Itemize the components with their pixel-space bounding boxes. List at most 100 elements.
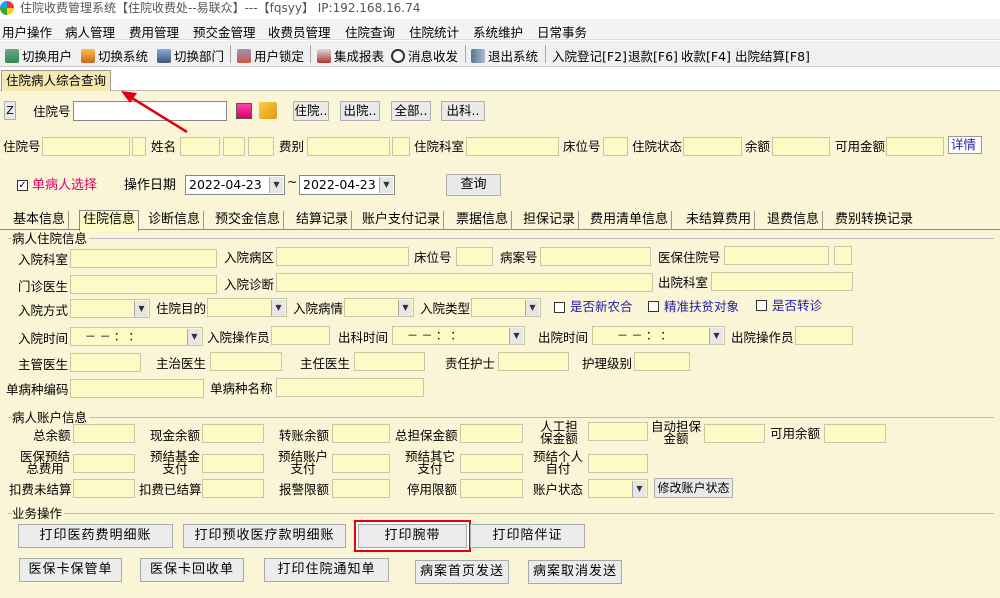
tab-fee-list[interactable]: 费用清单信息 bbox=[587, 211, 673, 230]
alarm-limit-label: 报警限额 bbox=[279, 482, 330, 497]
card-read-icon[interactable] bbox=[236, 103, 252, 119]
tab-hosp-info[interactable]: 住院信息 bbox=[79, 210, 140, 231]
self-pay-field bbox=[588, 454, 648, 473]
switch-user-button[interactable]: 切换用户 bbox=[5, 46, 72, 65]
menu-sys-maint[interactable]: 系统维护 bbox=[473, 22, 523, 41]
account-status-select[interactable]: ▼ bbox=[588, 479, 648, 498]
acct-pay-label: 预结账户支付 bbox=[277, 449, 328, 476]
query-button[interactable]: 查询 bbox=[446, 174, 501, 196]
admission-register-button[interactable]: 入院登记[F2] bbox=[552, 46, 627, 65]
admit-type-label: 入院类型 bbox=[420, 301, 471, 316]
admit-condition-label: 入院病情 bbox=[293, 301, 344, 316]
switch-dept-button[interactable]: 切换部门 bbox=[157, 46, 224, 65]
menu-user-ops[interactable]: 用户操作 bbox=[2, 22, 52, 41]
collect-button[interactable]: 收款[F4] bbox=[681, 46, 731, 65]
broom-icon[interactable] bbox=[259, 102, 277, 119]
send-case-front-button[interactable]: 病案首页发送 bbox=[415, 560, 509, 584]
auto-guarantee-label: 自动担保金额 bbox=[651, 419, 702, 446]
date-from-value: 2022-04-23 bbox=[189, 177, 262, 192]
attend-doctor-field bbox=[210, 352, 282, 371]
print-admit-notice-button[interactable]: 打印住院通知单 bbox=[264, 558, 389, 582]
menu-patient[interactable]: 病人管理 bbox=[65, 22, 115, 41]
admit-way-select[interactable]: ▼ bbox=[70, 299, 150, 318]
transfer-balance-label: 转账余额 bbox=[279, 428, 330, 443]
hosp-purpose-select[interactable]: ▼ bbox=[207, 298, 287, 317]
attend-doctor-label: 主治医生 bbox=[156, 356, 207, 371]
message-button[interactable]: 消息收发 bbox=[391, 46, 458, 65]
print-prepay-detail-button[interactable]: 打印预收医疗款明细账 bbox=[183, 524, 346, 548]
lock-icon bbox=[237, 49, 251, 63]
tab-bill[interactable]: 票据信息 bbox=[453, 211, 513, 230]
bed-field bbox=[456, 247, 493, 266]
tab-basic-info[interactable]: 基本信息 bbox=[10, 211, 70, 230]
tab-patient-query[interactable]: 住院病人综合查询 bbox=[1, 70, 112, 91]
info-balance-field bbox=[772, 137, 830, 156]
director-doctor-label: 主任医生 bbox=[300, 356, 351, 371]
account-title: 病人账户信息 bbox=[12, 410, 90, 425]
detail-link[interactable]: 详情 bbox=[948, 136, 982, 154]
lock-user-button[interactable]: 用户锁定 bbox=[237, 46, 304, 65]
date-to-picker[interactable]: 2022-04-23 ▼ bbox=[299, 175, 395, 195]
ins-card-recycle-button[interactable]: 医保卡回收单 bbox=[140, 558, 244, 582]
tab-diagnosis[interactable]: 诊断信息 bbox=[145, 211, 205, 230]
care-level-label: 护理级别 bbox=[582, 356, 633, 371]
menu-fee[interactable]: 费用管理 bbox=[129, 22, 179, 41]
exit-button[interactable]: 退出系统 bbox=[471, 46, 538, 65]
alarm-limit-field bbox=[332, 479, 390, 498]
cash-balance-label: 现金余额 bbox=[150, 428, 201, 443]
admit-condition-select[interactable]: ▼ bbox=[344, 298, 414, 317]
menu-cashier[interactable]: 收费员管理 bbox=[268, 22, 331, 41]
cancel-case-send-button[interactable]: 病案取消发送 bbox=[528, 560, 622, 584]
discharge-settle-button[interactable]: 出院结算[F8] bbox=[735, 46, 810, 65]
print-drug-detail-button[interactable]: 打印医药费明细账 bbox=[18, 524, 173, 548]
tab-prepay[interactable]: 预交金信息 bbox=[212, 211, 285, 230]
print-wristband-button[interactable]: 打印腕带 bbox=[354, 520, 471, 552]
menu-daily[interactable]: 日常事务 bbox=[537, 22, 587, 41]
transfer-balance-field bbox=[332, 424, 390, 443]
chevron-down-icon: ▼ bbox=[271, 300, 285, 316]
filter-discharged-button[interactable]: 出院.. bbox=[340, 101, 380, 121]
tab-refund[interactable]: 退费信息 bbox=[764, 211, 824, 230]
single-patient-checkbox[interactable]: ✓ bbox=[17, 180, 28, 191]
tab-fee-type-change[interactable]: 费别转换记录 bbox=[832, 211, 916, 230]
date-from-picker[interactable]: 2022-04-23 ▼ bbox=[185, 175, 285, 195]
info-age-field bbox=[248, 137, 274, 156]
filter-inhospital-button[interactable]: 住院.. bbox=[293, 101, 329, 121]
tab-settlement[interactable]: 结算记录 bbox=[293, 211, 353, 230]
discharge-operator-field bbox=[795, 326, 853, 345]
transfer-checkbox[interactable] bbox=[756, 300, 767, 311]
leave-dept-time-picker[interactable]: － － ： ： ▼ bbox=[392, 326, 525, 345]
print-companion-pass-button[interactable]: 打印陪伴证 bbox=[470, 524, 585, 548]
disease-code-field bbox=[70, 379, 204, 398]
exit-label: 退出系统 bbox=[488, 49, 539, 64]
info-balance-label: 余额 bbox=[745, 139, 771, 154]
refund-button[interactable]: 退款[F6] bbox=[628, 46, 678, 65]
poverty-checkbox[interactable] bbox=[648, 301, 659, 312]
menu-hosp-query[interactable]: 住院查询 bbox=[345, 22, 395, 41]
app-logo-icon bbox=[0, 1, 14, 15]
fund-pay-field bbox=[202, 454, 264, 473]
ins-card-custody-button[interactable]: 医保卡保管单 bbox=[19, 558, 122, 582]
filter-all-button[interactable]: 全部.. bbox=[391, 101, 431, 121]
bed-label: 床位号 bbox=[414, 250, 452, 265]
modify-account-status-button[interactable]: 修改账户状态 bbox=[654, 478, 733, 498]
tab-guarantee[interactable]: 担保记录 bbox=[520, 211, 580, 230]
z-button[interactable]: Z bbox=[4, 101, 16, 120]
manual-guarantee-field bbox=[588, 422, 648, 441]
admit-type-select[interactable]: ▼ bbox=[471, 298, 541, 317]
tab-unsettled[interactable]: 未结算费用 bbox=[683, 211, 756, 230]
tab-account-pay[interactable]: 账户支付记录 bbox=[359, 211, 445, 230]
clinic-doctor-field bbox=[70, 275, 217, 294]
menu-prepay[interactable]: 预交金管理 bbox=[193, 22, 256, 41]
filter-leave-dept-button[interactable]: 出科.. bbox=[441, 101, 485, 121]
switch-system-button[interactable]: 切换系统 bbox=[81, 46, 148, 65]
discharge-time-picker[interactable]: － － ： ： ▼ bbox=[592, 326, 725, 345]
insurance-no-label: 医保住院号 bbox=[658, 250, 721, 265]
new-rural-checkbox[interactable] bbox=[554, 302, 565, 313]
admit-time-picker[interactable]: － － ： ： ▼ bbox=[70, 327, 203, 346]
menu-hosp-stats[interactable]: 住院统计 bbox=[409, 22, 459, 41]
new-rural-label: 是否新农合 bbox=[570, 299, 633, 314]
info-dept-label: 住院科室 bbox=[414, 139, 465, 154]
report-button[interactable]: 集成报表 bbox=[317, 46, 384, 65]
discharge-dept-label: 出院科室 bbox=[658, 275, 709, 290]
